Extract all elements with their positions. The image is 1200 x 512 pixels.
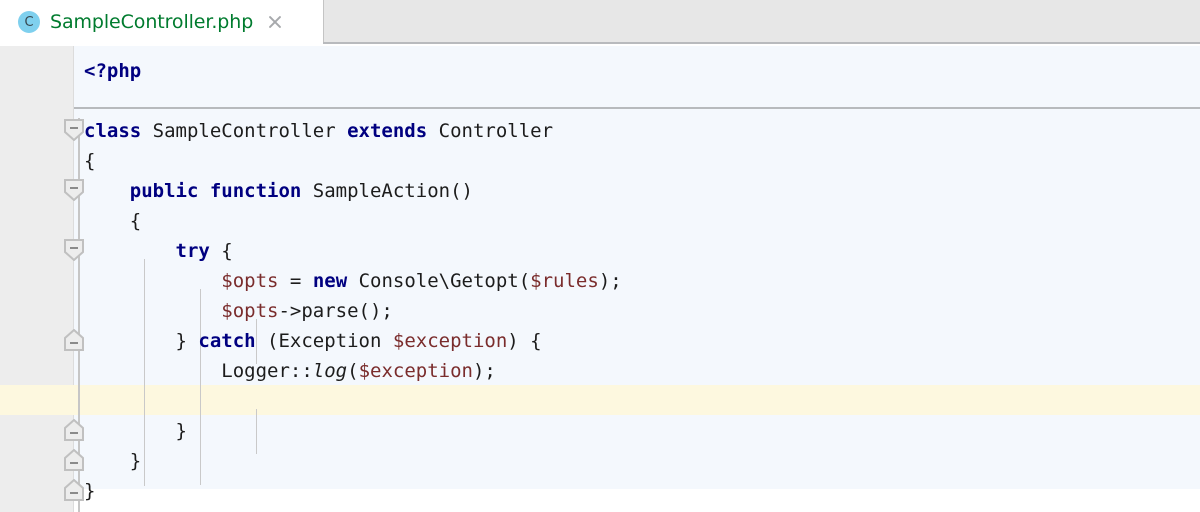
tab-title: SampleController.php — [50, 11, 254, 33]
code-line[interactable]: Logger::log($exception); — [74, 356, 1200, 386]
code-line[interactable]: } catch (Exception $exception) { — [74, 326, 1200, 356]
code-line[interactable]: public function SampleAction() — [74, 176, 1200, 206]
php-class-file-icon: C — [18, 11, 40, 33]
editor-tab-bar: C SampleController.php — [0, 0, 1200, 44]
gutter-bottom-filler — [0, 489, 73, 512]
tab-bar-empty-area — [323, 0, 1200, 42]
code-line[interactable]: } — [74, 476, 1200, 506]
editor-fold-gutter[interactable] — [0, 46, 73, 512]
code-line[interactable]: { — [74, 206, 1200, 236]
code-line[interactable] — [74, 386, 1200, 416]
code-line[interactable]: $opts->parse(); — [74, 296, 1200, 326]
tab-sample-controller-php[interactable]: C SampleController.php — [0, 0, 323, 44]
code-line[interactable]: $opts = new Console\Getopt($rules); — [74, 266, 1200, 296]
code-line[interactable]: } — [74, 416, 1200, 446]
code-line[interactable]: } — [74, 446, 1200, 476]
editor-window: C SampleController.php <?php class Sampl… — [0, 0, 1200, 512]
code-line[interactable]: try { — [74, 236, 1200, 266]
code-line[interactable]: <?php — [74, 56, 1200, 86]
code-text[interactable]: <?php class SampleController extends Con… — [74, 46, 1200, 512]
code-editor[interactable]: <?php class SampleController extends Con… — [0, 46, 1200, 512]
code-line[interactable]: class SampleController extends Controlle… — [74, 116, 1200, 146]
code-line[interactable]: { — [74, 146, 1200, 176]
close-icon[interactable] — [265, 12, 285, 32]
